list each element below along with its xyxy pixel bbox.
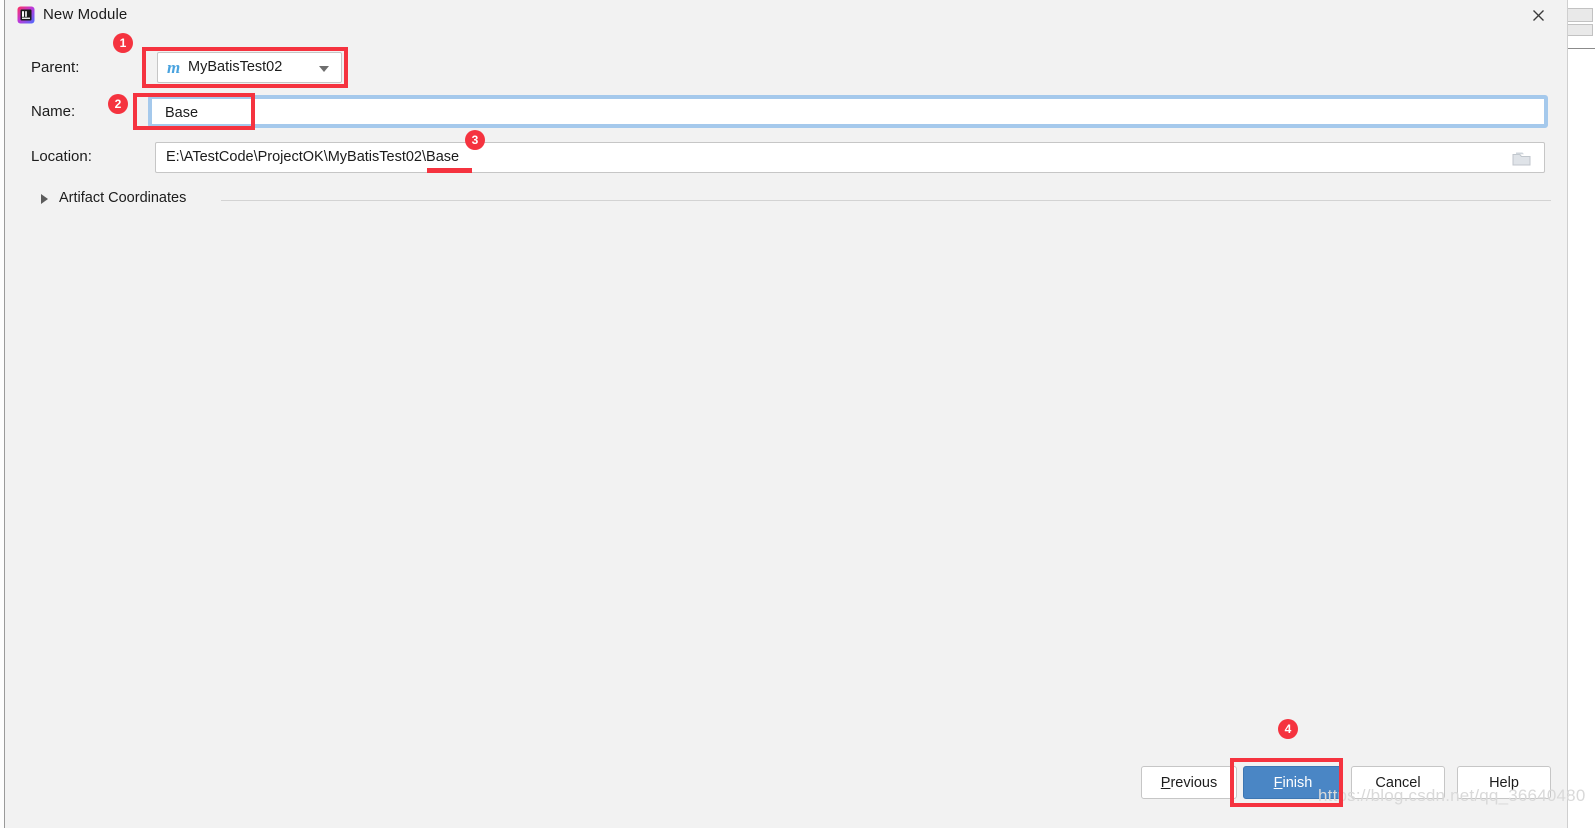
artifact-coordinates-section[interactable]: Artifact Coordinates bbox=[41, 190, 1551, 210]
finish-button-label: Finish bbox=[1273, 774, 1313, 791]
name-label: Name: bbox=[31, 103, 76, 120]
artifact-coordinates-label: Artifact Coordinates bbox=[59, 190, 187, 206]
intellij-idea-icon bbox=[17, 6, 35, 24]
name-field-focus-ring: Base bbox=[148, 95, 1548, 128]
parent-combobox[interactable]: m MyBatisTest02 bbox=[157, 52, 342, 83]
help-button[interactable]: Help bbox=[1457, 766, 1551, 799]
name-input[interactable]: Base bbox=[152, 99, 1544, 124]
folder-browse-icon[interactable] bbox=[1512, 150, 1532, 167]
background-window-widget-2 bbox=[1567, 24, 1593, 36]
new-module-dialog-screen: New Module Parent: m MyBatisTest02 Name:… bbox=[0, 0, 1595, 828]
cancel-button[interactable]: Cancel bbox=[1351, 766, 1445, 799]
location-input-value: E:\ATestCode\ProjectOK\MyBatisTest02\Bas… bbox=[166, 149, 460, 165]
previous-button[interactable]: Previous bbox=[1141, 766, 1237, 799]
dialog-titlebar: New Module bbox=[5, 0, 1567, 31]
section-divider bbox=[221, 200, 1551, 201]
location-input[interactable]: E:\ATestCode\ProjectOK\MyBatisTest02\Bas… bbox=[155, 142, 1545, 173]
dialog-body: New Module Parent: m MyBatisTest02 Name:… bbox=[5, 0, 1585, 828]
help-button-label: Help bbox=[1489, 774, 1519, 791]
triangle-right-icon[interactable] bbox=[41, 194, 48, 204]
name-input-value: Base bbox=[165, 105, 199, 121]
parent-selected-value: MyBatisTest02 bbox=[188, 59, 283, 75]
location-label: Location: bbox=[31, 148, 92, 165]
background-window-widget-1 bbox=[1567, 8, 1593, 22]
dialog-title: New Module bbox=[43, 6, 128, 23]
chevron-down-icon[interactable] bbox=[319, 66, 329, 72]
maven-module-icon: m bbox=[167, 58, 181, 77]
finish-button[interactable]: Finish bbox=[1243, 766, 1343, 799]
close-icon[interactable] bbox=[1523, 2, 1553, 28]
cancel-button-label: Cancel bbox=[1375, 774, 1421, 791]
parent-label: Parent: bbox=[31, 59, 80, 76]
previous-button-label: Previous bbox=[1160, 774, 1218, 791]
background-window-divider bbox=[1567, 48, 1595, 49]
background-window-right-panel bbox=[1566, 0, 1595, 828]
